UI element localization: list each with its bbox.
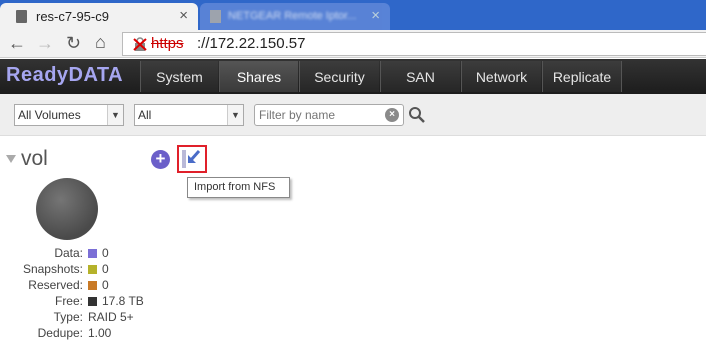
stat-row-type: Type: RAID 5+ [0,310,200,326]
stat-label: Data: [54,246,83,260]
tab-network[interactable]: Network [461,61,541,92]
clear-icon[interactable]: × [385,108,399,122]
stat-row-dedupe: Dedupe: 1.00 [0,326,200,342]
collapse-triangle-icon[interactable] [6,155,16,163]
filter-bar: All Volumes ▼ All ▼ × [0,94,706,136]
filter-input[interactable] [259,106,379,124]
add-share-icon[interactable]: + [151,150,170,169]
type-select[interactable]: All ▼ [134,104,244,126]
free-color-swatch [88,297,97,306]
back-arrow-icon[interactable]: ← [8,33,26,53]
type-select-value: All [138,108,152,122]
forward-arrow-icon[interactable]: → [36,33,54,53]
tab-title: res-c7-95-c9 [36,9,109,24]
address-bar[interactable]: https ://172.22.150.57 [122,32,706,56]
tab-label: Network [475,68,528,85]
page-favicon-icon [16,10,27,23]
tab-label: Security [314,68,365,85]
stat-value: 1.00 [88,326,112,340]
stat-label: Snapshots: [22,262,83,276]
volume-select[interactable]: All Volumes ▼ [14,104,124,126]
browser-tab-inactive[interactable]: NETGEAR Remote Iptor... × [200,3,390,30]
stat-row-free: Free: 17.8 TB [0,294,200,310]
stat-label: Free: [54,294,83,308]
url-host: ://172.22.150.57 [197,35,306,52]
tab-label: Replicate [552,68,612,85]
browser-toolbar: ← → ↻ ⌂ https ://172.22.150.57 [0,30,706,58]
tab-system[interactable]: System [140,61,218,92]
filter-field[interactable]: × [254,104,404,126]
app-logo: ReadyDATA [6,64,124,86]
tab-san[interactable]: SAN [380,61,460,92]
tooltip: Import from NFS [187,177,290,198]
chevron-down-icon: ▼ [227,105,243,125]
close-icon[interactable]: × [179,7,188,24]
page-favicon-icon [210,10,221,23]
search-icon[interactable] [408,106,426,124]
reload-icon[interactable]: ↻ [66,33,81,53]
url-scheme: https [151,35,184,52]
close-icon[interactable]: × [371,7,380,24]
tab-title: NETGEAR Remote Iptor... [228,10,357,22]
tab-label: Shares [236,68,282,85]
stat-row-snapshots: Snapshots: 0 [0,262,200,278]
import-from-nfs-button[interactable] [177,145,207,173]
tab-label: System [156,68,203,85]
stat-value: 0 [102,278,109,292]
volume-name: vol [21,147,48,170]
import-icon [182,150,201,168]
stat-label: Type: [53,310,83,324]
volume-disk-icon [36,178,98,240]
stat-value: 0 [102,246,109,260]
snapshots-color-swatch [88,265,97,274]
tab-label: SAN [406,68,435,85]
insecure-lock-icon[interactable] [133,37,147,51]
stat-value: 0 [102,262,109,276]
app-header: ReadyDATA System Shares Security SAN Net… [0,59,706,94]
stat-value: RAID 5+ [88,310,134,324]
stat-value: 17.8 TB [102,294,144,308]
stat-row-reserved: Reserved: 0 [0,278,200,294]
browser-tabstrip: res-c7-95-c9 × NETGEAR Remote Iptor... × [0,0,706,30]
tab-shares[interactable]: Shares [219,61,298,92]
stat-row-data: Data: 0 [0,246,200,262]
reserved-color-swatch [88,281,97,290]
tab-replicate[interactable]: Replicate [542,61,622,92]
stat-label: Dedupe: [37,326,83,340]
chevron-down-icon: ▼ [107,105,123,125]
tab-security[interactable]: Security [299,61,379,92]
data-color-swatch [88,249,97,258]
volume-select-value: All Volumes [18,108,81,122]
browser-tab-active[interactable]: res-c7-95-c9 × [0,3,198,30]
home-icon[interactable]: ⌂ [95,32,106,52]
stat-label: Reserved: [28,278,83,292]
